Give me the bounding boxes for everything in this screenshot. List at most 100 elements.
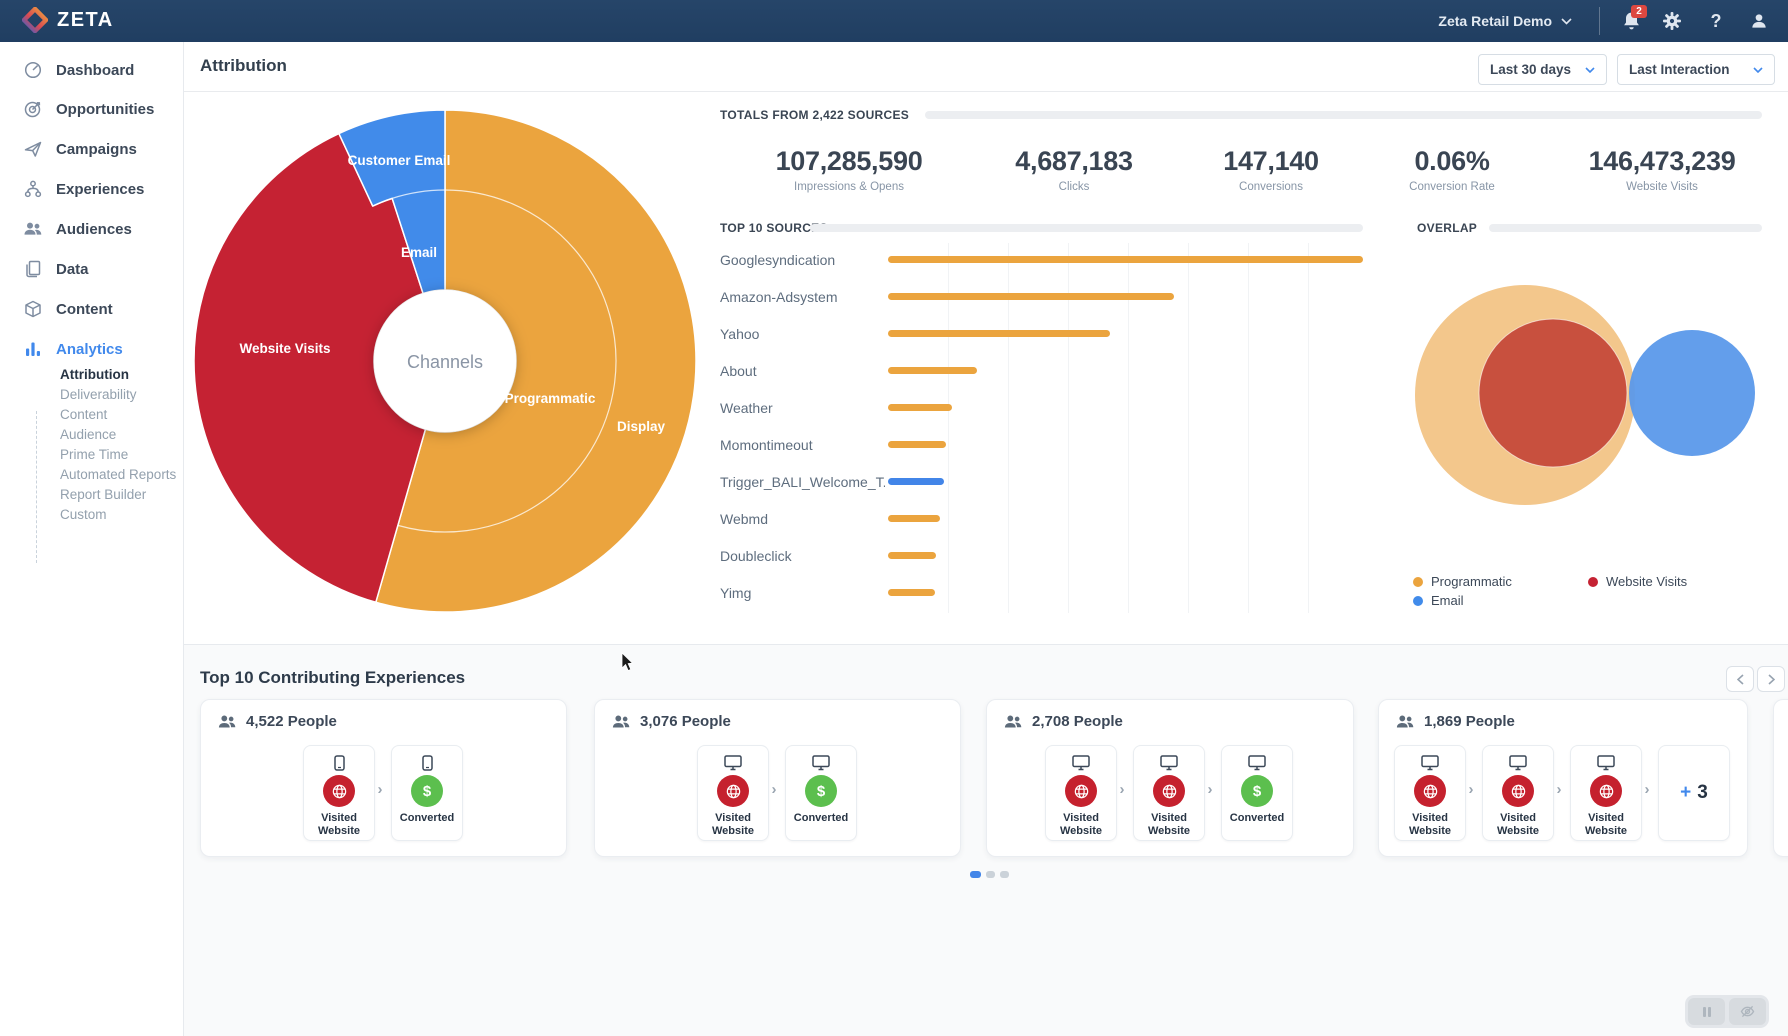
source-bar[interactable] <box>888 330 1110 337</box>
people-icon <box>218 714 236 729</box>
chevron-left-icon <box>1737 674 1744 685</box>
source-name: Yimg <box>720 584 885 602</box>
legend-label: Programmatic <box>1431 574 1512 589</box>
subnav-prime-time[interactable]: Prime Time <box>60 446 128 464</box>
topbar-divider <box>1599 7 1600 35</box>
experience-card-partial[interactable] <box>1773 699 1788 857</box>
sidebar-item-audiences[interactable]: Audiences <box>0 214 183 244</box>
source-bar-track <box>888 552 1363 559</box>
documents-icon <box>23 259 43 279</box>
subnav-deliverability[interactable]: Deliverability <box>60 386 137 404</box>
source-bar[interactable] <box>888 256 1363 263</box>
date-range-value: Last 30 days <box>1490 62 1571 77</box>
label-display: Display <box>617 419 666 434</box>
channels-sunburst-chart: Customer Email Email Website Visits Prog… <box>183 99 707 623</box>
source-bar[interactable] <box>888 441 946 448</box>
legend-email: Email <box>1413 593 1464 608</box>
step-tile-visited-website: Visited Website <box>1133 745 1205 841</box>
globe-badge-icon <box>1065 775 1097 807</box>
subnav-rail <box>36 411 37 563</box>
zeta-diamond-icon <box>22 7 48 33</box>
people-icon <box>1396 714 1414 729</box>
step-tile-converted: $ Converted <box>785 745 857 841</box>
settings-button[interactable] <box>1655 0 1689 42</box>
dollar-badge-icon: $ <box>411 775 443 807</box>
more-steps-tile[interactable]: + 3 <box>1658 745 1730 841</box>
sidebar-item-content[interactable]: Content <box>0 294 183 324</box>
globe-badge-icon <box>717 775 749 807</box>
sidebar-item-label: Data <box>56 261 89 278</box>
source-bar[interactable] <box>888 367 977 374</box>
carousel-next-button[interactable] <box>1757 666 1785 692</box>
source-bar[interactable] <box>888 552 936 559</box>
carousel-dot[interactable] <box>1000 871 1009 878</box>
label-email: Email <box>401 245 437 260</box>
dollar-badge-icon: $ <box>805 775 837 807</box>
carousel-prev-button[interactable] <box>1726 666 1754 692</box>
date-range-dropdown[interactable]: Last 30 days <box>1478 54 1607 85</box>
page-title: Attribution <box>200 56 287 76</box>
subnav-custom[interactable]: Custom <box>60 506 107 524</box>
venn-website-visits[interactable] <box>1479 319 1627 467</box>
carousel-dot[interactable] <box>986 871 995 878</box>
venn-email[interactable] <box>1629 330 1755 456</box>
user-profile-button[interactable] <box>1742 0 1776 42</box>
hide-button[interactable] <box>1729 998 1766 1025</box>
step-label: Converted <box>786 812 856 825</box>
sidebar-item-data[interactable]: Data <box>0 254 183 284</box>
legend-label: Email <box>1431 593 1464 608</box>
desktop-icon <box>1222 755 1292 771</box>
source-bar[interactable] <box>888 404 952 411</box>
sidebar-item-analytics[interactable]: Analytics <box>0 334 183 364</box>
carousel-dot-active[interactable] <box>970 871 981 878</box>
source-bar-track <box>888 367 1363 374</box>
step-label: Visited Website <box>304 812 374 837</box>
source-bar[interactable] <box>888 478 944 485</box>
step-tile-converted: $ Converted <box>391 745 463 841</box>
account-selector[interactable]: Zeta Retail Demo <box>1438 0 1572 42</box>
carousel-controls <box>1685 995 1769 1028</box>
source-bar-track <box>888 293 1363 300</box>
subnav-automated-reports[interactable]: Automated Reports <box>60 466 176 484</box>
subnav-report-builder[interactable]: Report Builder <box>60 486 146 504</box>
attribution-model-dropdown[interactable]: Last Interaction <box>1617 54 1775 85</box>
notification-count-badge: 2 <box>1631 5 1647 18</box>
subnav-content[interactable]: Content <box>60 406 107 424</box>
sidebar-nav: Dashboard Opportunities Campaigns Experi… <box>0 42 184 1036</box>
notifications-button[interactable]: 2 <box>1614 0 1648 42</box>
card-header: 2,708 People <box>1004 713 1123 730</box>
paper-plane-icon <box>23 139 43 159</box>
sidebar-item-experiences[interactable]: Experiences <box>0 174 183 204</box>
subnav-audience[interactable]: Audience <box>60 426 116 444</box>
globe-badge-icon <box>1153 775 1185 807</box>
desktop-icon <box>1134 755 1204 771</box>
step-tile-visited-website: Visited Website <box>697 745 769 841</box>
card-header: 4,522 People <box>218 713 337 730</box>
help-button[interactable]: ? <box>1699 0 1733 42</box>
sidebar-item-label: Audiences <box>56 221 132 238</box>
step-arrow: › <box>1642 781 1652 798</box>
sidebar-item-opportunities[interactable]: Opportunities <box>0 94 183 124</box>
cube-icon <box>23 299 43 319</box>
stat-label: Website Visits <box>1532 181 1788 193</box>
globe-badge-icon <box>1414 775 1446 807</box>
pause-button[interactable] <box>1688 998 1725 1025</box>
zeta-logo[interactable]: ZETA <box>22 7 114 33</box>
desktop-icon <box>1046 755 1116 771</box>
source-bar-track <box>888 478 1363 485</box>
eye-slash-icon <box>1740 1005 1755 1018</box>
flow-icon <box>23 179 43 199</box>
more-steps-count: 3 <box>1697 782 1708 804</box>
source-bar[interactable] <box>888 293 1174 300</box>
legend-dot <box>1413 596 1423 606</box>
subnav-attribution[interactable]: Attribution <box>60 366 129 384</box>
sidebar-item-campaigns[interactable]: Campaigns <box>0 134 183 164</box>
source-bar[interactable] <box>888 589 935 596</box>
source-bar[interactable] <box>888 515 940 522</box>
experiences-heading: Top 10 Contributing Experiences <box>200 668 465 688</box>
step-label: Visited Website <box>1483 812 1553 837</box>
people-icon <box>1004 714 1022 729</box>
gauge-icon <box>23 60 43 80</box>
sidebar-item-dashboard[interactable]: Dashboard <box>0 55 183 85</box>
section-rule <box>925 111 1762 119</box>
